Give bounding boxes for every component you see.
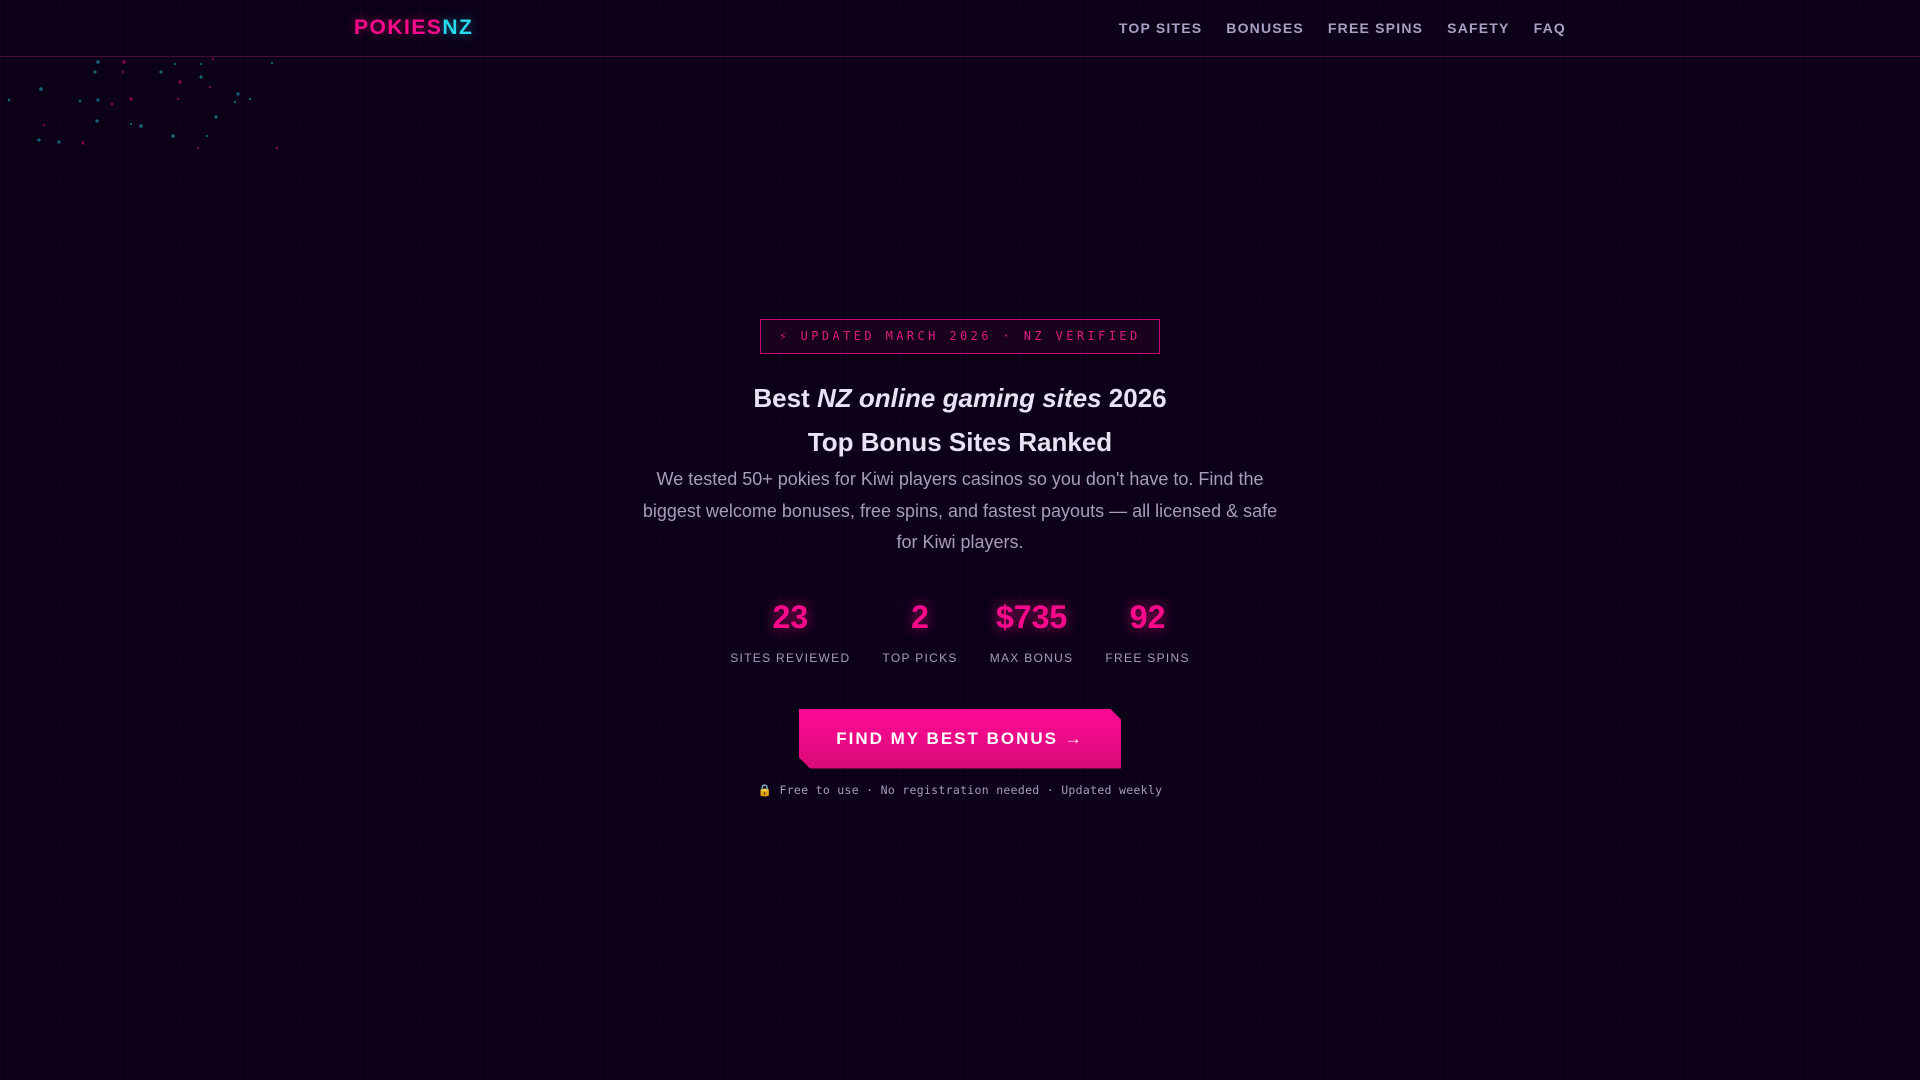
hero-section: ⚡ UPDATED MARCH 2026 · NZ VERIFIED Best … <box>0 319 1920 798</box>
stat-label: TOP PICKS <box>882 650 958 665</box>
hero-subtitle: Top Bonus Sites Ranked <box>807 427 1113 457</box>
cta-wrapper: FIND MY BEST BONUS → <box>0 709 1920 769</box>
stat-value: 92 <box>1129 598 1166 635</box>
particle-decoration <box>7 57 279 150</box>
stat-free-spins: 92 FREE SPINS <box>1105 599 1189 666</box>
main-nav: TOP SITES BONUSES FREE SPINS SAFETY FAQ <box>1119 19 1566 37</box>
logo-pokies: POKIES <box>354 16 443 39</box>
stat-value: $735 <box>995 598 1068 635</box>
nav-bonuses[interactable]: BONUSES <box>1226 19 1304 37</box>
hero-title-prefix: Best <box>753 383 817 413</box>
logo-nz: NZ <box>442 16 474 39</box>
stat-value: 23 <box>772 598 809 635</box>
nav-faq[interactable]: FAQ <box>1534 19 1566 37</box>
stat-label: FREE SPINS <box>1105 650 1190 665</box>
nav-safety[interactable]: SAFETY <box>1447 19 1509 37</box>
stat-label: SITES REVIEWED <box>730 650 851 665</box>
nav-top-sites[interactable]: TOP SITES <box>1119 19 1202 37</box>
hero-title: Best NZ online gaming sites 2026 <box>0 382 1920 414</box>
logo[interactable]: POKIESNZ <box>354 16 473 40</box>
stat-max-bonus: $735 MAX BONUS <box>990 599 1074 666</box>
stats-row: 23 SITES REVIEWED 2 TOP PICKS $735 MAX B… <box>0 599 1920 666</box>
hero-description: We tested 50+ pokies for Kiwi players ca… <box>642 469 1278 552</box>
hero-title-suffix: 2026 <box>1101 383 1167 413</box>
fine-print: 🔒 Free to use · No registration needed ·… <box>757 782 1163 797</box>
nav-free-spins[interactable]: FREE SPINS <box>1328 19 1423 37</box>
stat-sites-reviewed: 23 SITES REVIEWED <box>730 599 850 666</box>
stat-value: 2 <box>911 598 929 635</box>
stat-label: MAX BONUS <box>989 650 1074 665</box>
find-best-bonus-button[interactable]: FIND MY BEST BONUS → <box>799 709 1121 769</box>
stat-top-picks: 2 TOP PICKS <box>882 599 957 666</box>
updated-badge: ⚡ UPDATED MARCH 2026 · NZ VERIFIED <box>760 319 1160 354</box>
site-header: POKIESNZ TOP SITES BONUSES FREE SPINS SA… <box>0 0 1920 57</box>
hero-title-emphasis: NZ online gaming sites <box>816 383 1102 413</box>
